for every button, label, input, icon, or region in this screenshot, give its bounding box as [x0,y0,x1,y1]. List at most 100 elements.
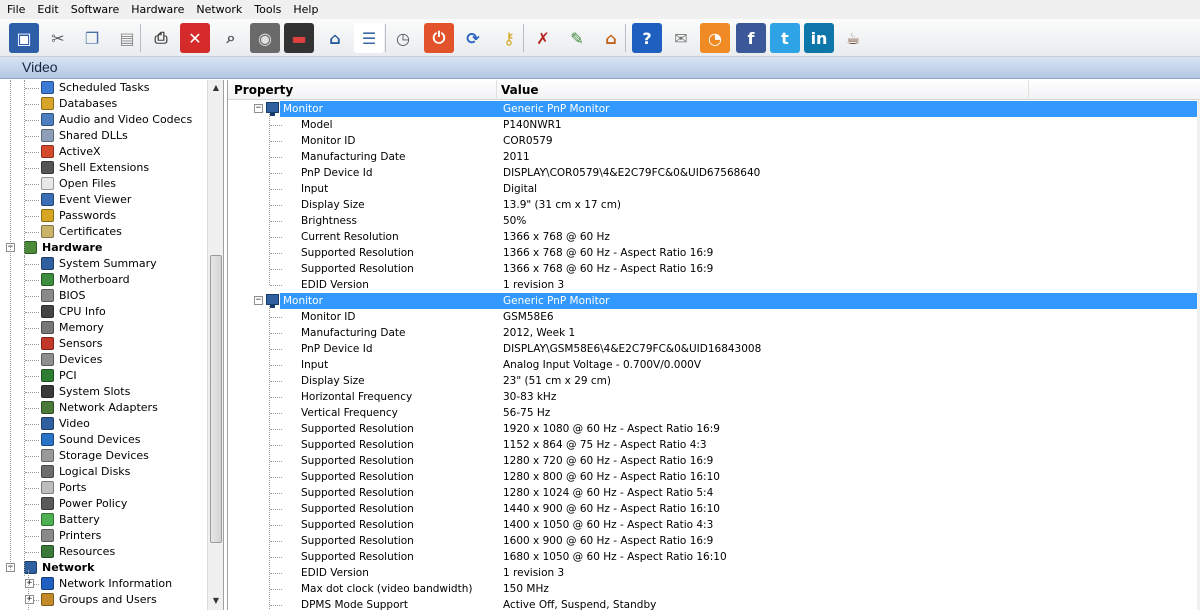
tree-item-logical-disks[interactable]: Logical Disks [0,464,205,480]
monitor-group-row[interactable]: − Monitor Generic PnP Monitor [254,101,1197,117]
tree-item-devices[interactable]: Devices [0,352,205,368]
tree-item-video[interactable]: Video [0,416,205,432]
home-icon[interactable]: ⌂ [596,23,626,53]
property-row[interactable]: Supported Resolution 1440 x 900 @ 60 Hz -… [228,501,1200,517]
property-row[interactable]: Supported Resolution 1280 x 800 @ 60 Hz -… [228,469,1200,485]
tree-item-system-slots[interactable]: System Slots [0,384,205,400]
network-computer-icon[interactable]: ⌂ [320,23,350,53]
tree-item-sound-devices[interactable]: Sound Devices [0,432,205,448]
tree-item-certificates[interactable]: Certificates [0,224,205,240]
property-row[interactable]: Manufacturing Date 2011 [228,149,1200,165]
tree-item-event-viewer[interactable]: Event Viewer [0,192,205,208]
tree-item-shared-dlls[interactable]: Shared DLLs [0,128,205,144]
property-row[interactable]: DPMS Mode Support Active Off, Suspend, St… [228,597,1200,610]
property-row[interactable]: Monitor ID GSM58E6 [228,309,1200,325]
menu-software[interactable]: Software [65,0,126,19]
coffee-cup-icon[interactable]: ☕ [838,23,868,53]
property-row[interactable]: Supported Resolution 1600 x 900 @ 60 Hz -… [228,533,1200,549]
column-header-value[interactable]: Value [501,83,539,97]
property-row[interactable]: Supported Resolution 1366 x 768 @ 60 Hz -… [228,245,1200,261]
collapse-toggle-icon[interactable]: − [254,296,263,305]
navigation-tree[interactable]: Scheduled Tasks Databases Audio and Video … [0,80,224,610]
tree-item-groups-and-users[interactable]: + Groups and Users [0,592,205,608]
twitter-icon[interactable]: t [770,23,800,53]
menu-edit[interactable]: Edit [31,0,64,19]
tree-item-audio-and-video-codecs[interactable]: Audio and Video Codecs [0,112,205,128]
tree-item-ports[interactable]: Ports [0,480,205,496]
tree-item-network-information[interactable]: + Network Information [0,576,205,592]
property-row[interactable]: Vertical Frequency 56-75 Hz [228,405,1200,421]
stop-icon[interactable]: ✕ [180,23,210,53]
menu-help[interactable]: Help [287,0,324,19]
refresh-icon[interactable]: ⟳ [458,23,488,53]
wizard-icon[interactable]: ✎ [562,23,592,53]
property-row[interactable]: EDID Version 1 revision 3 [228,277,1200,293]
list-report-icon[interactable]: ☰ [354,23,384,53]
tree-item-cpu-info[interactable]: CPU Info [0,304,205,320]
mail-icon[interactable]: ✉ [666,23,696,53]
scroll-down-arrow-icon[interactable]: ▼ [208,593,223,609]
property-row[interactable]: Model P140NWR1 [228,117,1200,133]
menu-network[interactable]: Network [190,0,248,19]
column-header-property[interactable]: Property [234,83,293,97]
property-row[interactable]: Horizontal Frequency 30-83 kHz [228,389,1200,405]
menu-file[interactable]: File [0,0,31,19]
property-row[interactable]: Supported Resolution 1280 x 720 @ 60 Hz -… [228,453,1200,469]
tree-item-activex[interactable]: ActiveX [0,144,205,160]
tree-item-bios[interactable]: BIOS [0,288,205,304]
tree-item-passwords[interactable]: Passwords [0,208,205,224]
scissors-icon[interactable]: ✂ [43,23,73,53]
magnifier-icon[interactable]: ⌕ [216,23,246,53]
copy-icon[interactable]: ❐ [77,23,107,53]
printer-icon[interactable]: ⎙ [146,23,176,53]
property-row[interactable]: Display Size 13.9" (31 cm x 17 cm) [228,197,1200,213]
monitor-graph-icon[interactable]: ▬ [284,23,314,53]
tree-item-open-files[interactable]: Open Files [0,176,205,192]
tree-item-motherboard[interactable]: Motherboard [0,272,205,288]
tree-item-network-adapters[interactable]: Network Adapters [0,400,205,416]
floppy-save-icon[interactable]: ▣ [9,23,39,53]
tree-item-pci[interactable]: PCI [0,368,205,384]
power-icon[interactable]: ⏻ [424,23,454,53]
facebook-icon[interactable]: f [736,23,766,53]
tree-item-memory[interactable]: Memory [0,320,205,336]
tree-item-system-summary[interactable]: System Summary [0,256,205,272]
property-row[interactable]: Supported Resolution 1366 x 768 @ 60 Hz -… [228,261,1200,277]
property-row[interactable]: Max dot clock (video bandwidth) 150 MHz [228,581,1200,597]
rss-icon[interactable]: ◔ [700,23,730,53]
paste-icon[interactable]: ▤ [112,23,142,53]
help-icon[interactable]: ? [632,23,662,53]
property-row[interactable]: Monitor ID COR0579 [228,133,1200,149]
menu-hardware[interactable]: Hardware [125,0,190,19]
linkedin-icon[interactable]: in [804,23,834,53]
tree-item-scheduled-tasks[interactable]: Scheduled Tasks [0,80,205,96]
tools-icon[interactable]: ✗ [528,23,558,53]
property-row[interactable]: Supported Resolution 1400 x 1050 @ 60 Hz … [228,517,1200,533]
tree-item-databases[interactable]: Databases [0,96,205,112]
expand-toggle-icon[interactable]: + [25,595,34,604]
tree-item-battery[interactable]: Battery [0,512,205,528]
tree-item-storage-devices[interactable]: Storage Devices [0,448,205,464]
property-row[interactable]: PnP Device Id DISPLAY\COR0579\4&E2C79FC&0… [228,165,1200,181]
column-divider[interactable] [1028,80,1029,100]
monitor-group-row[interactable]: − Monitor Generic PnP Monitor [254,293,1197,309]
tree-item-power-policy[interactable]: Power Policy [0,496,205,512]
property-row[interactable]: Input Digital [228,181,1200,197]
collapse-toggle-icon[interactable]: − [254,104,263,113]
property-row[interactable]: Display Size 23" (51 cm x 29 cm) [228,373,1200,389]
property-row[interactable]: Supported Resolution 1680 x 1050 @ 60 Hz … [228,549,1200,565]
property-row[interactable]: Current Resolution 1366 x 768 @ 60 Hz [228,229,1200,245]
column-divider[interactable] [496,80,497,100]
menu-tools[interactable]: Tools [248,0,287,19]
property-row[interactable]: Brightness 50% [228,213,1200,229]
compass-icon[interactable]: ◉ [250,23,280,53]
tree-item-printers[interactable]: Printers [0,528,205,544]
tree-item-shell-extensions[interactable]: Shell Extensions [0,160,205,176]
property-row[interactable]: Supported Resolution 1280 x 1024 @ 60 Hz … [228,485,1200,501]
property-row[interactable]: Input Analog Input Voltage - 0.700V/0.000… [228,357,1200,373]
tree-scrollbar[interactable]: ▲ ▼ [207,80,223,610]
property-row[interactable]: Supported Resolution 1152 x 864 @ 75 Hz -… [228,437,1200,453]
expand-toggle-icon[interactable]: + [25,579,34,588]
tree-item-resources[interactable]: Resources [0,544,205,560]
property-row[interactable]: EDID Version 1 revision 3 [228,565,1200,581]
